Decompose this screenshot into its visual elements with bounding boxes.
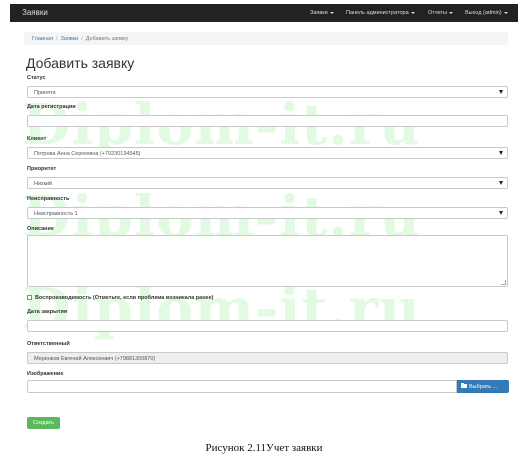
nav-item-logout[interactable]: Выход (admin) [465, 10, 508, 16]
priority-select-value: Низкий [34, 180, 53, 187]
nav-item-reports-label: Отчеты [428, 10, 448, 16]
breadcrumb-current: Добавить заявку [85, 35, 129, 42]
create-button[interactable]: Создать [27, 417, 60, 429]
image-label: Изображение [27, 371, 64, 377]
figure-caption: Рисунок 2.11Учет заявки [205, 442, 323, 454]
status-label: Статус [27, 75, 46, 81]
fault-select[interactable]: Неисправность 1 [27, 207, 508, 219]
chevron-down-icon [449, 11, 454, 14]
reproducibility-label: Воспроизводимость (Отметьте, если пробле… [35, 295, 214, 301]
status-select-value: Принята [34, 89, 56, 96]
client-label: Клиент [27, 136, 47, 142]
close-date-input[interactable] [27, 320, 508, 332]
breadcrumb-separator: / [55, 35, 58, 42]
description-textarea[interactable] [27, 235, 508, 287]
fault-label: Неисправность [27, 196, 70, 202]
reproducibility-row: Воспроизводимость (Отметьте, если пробле… [27, 295, 214, 301]
caret-down-icon [499, 151, 503, 155]
navbar-brand[interactable]: Заявки [22, 8, 48, 17]
nav-item-admin-panel[interactable]: Панель администратора [346, 10, 415, 16]
client-select[interactable]: Потрова Анна Сергеевна (+79230134545) [27, 147, 508, 159]
breadcrumb-home[interactable]: Главная [32, 36, 53, 42]
nav-item-logout-label: Выход (admin) [465, 10, 502, 16]
client-select-value: Потрова Анна Сергеевна (+79230134545) [34, 150, 141, 157]
resize-grip-icon[interactable] [501, 280, 506, 285]
registration-date-label: Дата регистрации [27, 104, 76, 110]
nav-item-requests[interactable]: Заявки [310, 10, 334, 16]
responsible-label: Ответственный [27, 341, 70, 347]
caret-down-icon [499, 90, 503, 94]
reproducibility-checkbox[interactable] [27, 295, 32, 301]
chevron-down-icon [503, 11, 508, 14]
chevron-down-icon [329, 11, 334, 14]
close-date-label: Дата закрытия [27, 309, 68, 315]
priority-label: Приоритет [27, 166, 57, 172]
top-navbar: Заявки Заявки Панель администратора Отче… [10, 4, 518, 22]
breadcrumb-separator: / [81, 35, 83, 42]
nav-item-requests-label: Заявки [310, 10, 328, 16]
breadcrumb: Главная / Заявки / Добавить заявку [24, 32, 508, 45]
image-file-input[interactable] [27, 380, 457, 393]
page-title: Добавить заявку [26, 55, 135, 71]
breadcrumb-requests[interactable]: Заявки [60, 36, 78, 42]
responsible-field: Мерeнков Евгений Алексеевич (+7988130087… [27, 352, 508, 364]
fault-select-value: Неисправность 1 [34, 210, 78, 217]
description-label: Описание [27, 226, 54, 232]
choose-file-button[interactable]: Выбрать ... [457, 380, 509, 393]
choose-file-button-label: Выбрать ... [469, 383, 498, 390]
status-select[interactable]: Принята [27, 86, 508, 98]
caret-down-icon [499, 181, 503, 185]
chevron-down-icon [410, 11, 415, 14]
caret-down-icon [499, 211, 503, 215]
registration-date-input[interactable] [27, 115, 508, 127]
folder-open-icon [461, 382, 467, 389]
nav-item-reports[interactable]: Отчеты [428, 10, 454, 16]
nav-item-admin-panel-label: Панель администратора [346, 10, 409, 16]
priority-select[interactable]: Низкий [27, 177, 508, 189]
